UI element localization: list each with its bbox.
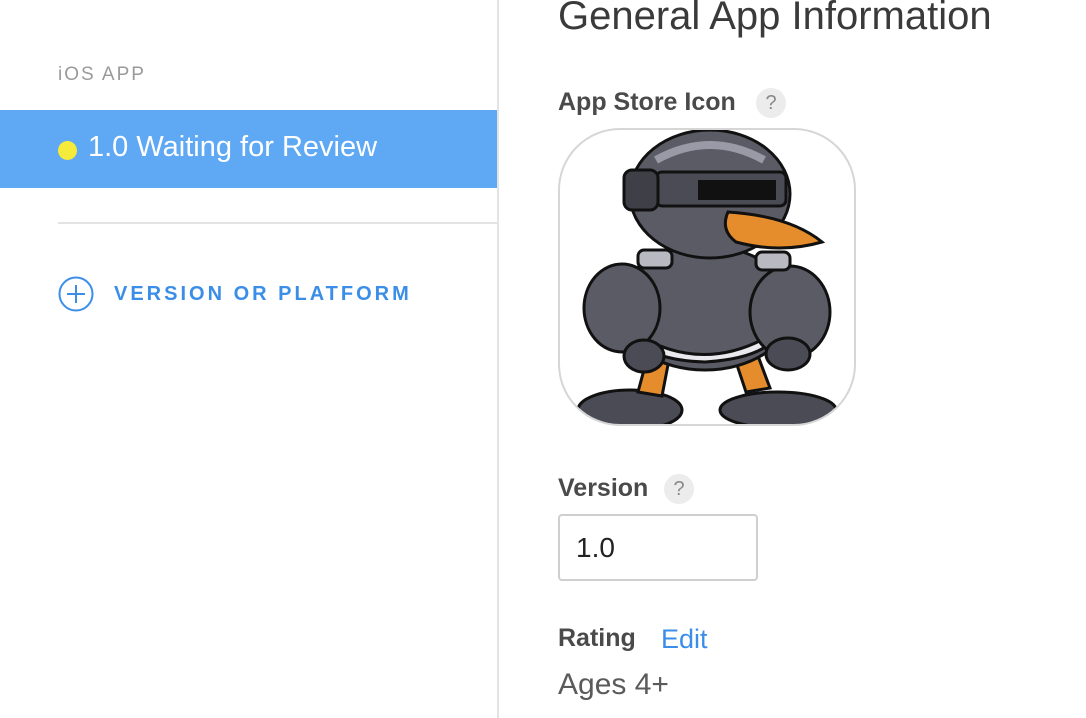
status-dot-icon [58,141,77,160]
version-field[interactable] [558,514,758,581]
app-store-icon-image[interactable] [558,128,856,426]
main-content: General App Information App Store Icon ? [558,0,1086,718]
platform-section-label: iOS APP [58,64,146,85]
sidebar-item-label: 1.0 Waiting for Review [88,131,378,163]
page-title: General App Information [558,0,992,38]
add-version-or-platform-button[interactable]: VERSION OR PLATFORM [58,276,412,312]
sidebar-item-version-1-0[interactable]: 1.0 Waiting for Review [0,110,497,188]
plus-circle-icon [58,276,94,312]
version-label: Version [558,474,649,502]
sidebar: iOS APP 1.0 Waiting for Review VERSION O… [0,0,499,718]
app-store-icon-label: App Store Icon [558,88,736,116]
app-store-connect-page: iOS APP 1.0 Waiting for Review VERSION O… [0,0,1086,718]
help-icon[interactable]: ? [756,88,786,118]
penguin-robot-app-icon [576,130,838,424]
add-version-label: VERSION OR PLATFORM [114,282,412,305]
rating-label: Rating [558,624,636,652]
edit-rating-link[interactable]: Edit [661,624,708,655]
help-icon[interactable]: ? [664,474,694,504]
rating-value: Ages 4+ [558,668,669,701]
sidebar-divider [58,222,497,224]
